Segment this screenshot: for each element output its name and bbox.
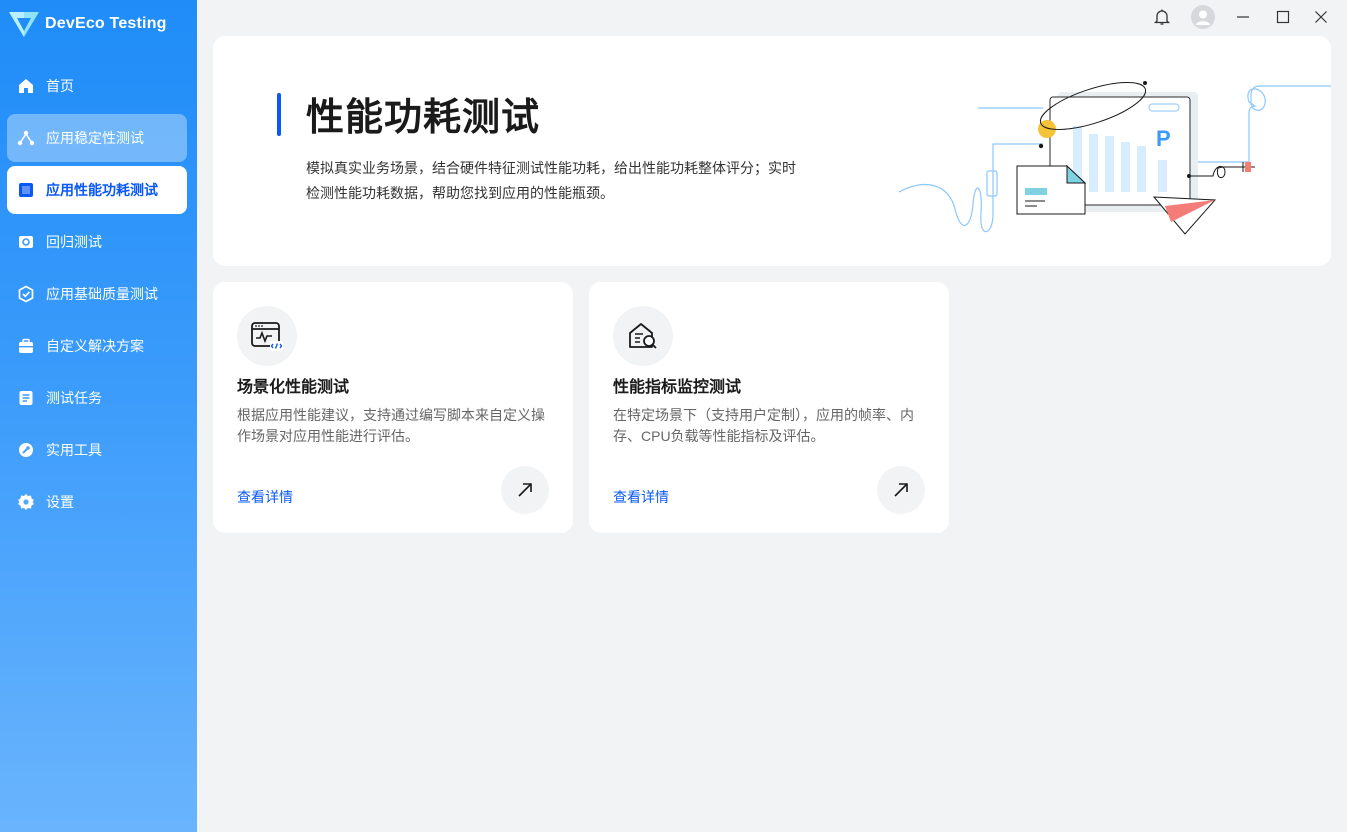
sidebar-item-label: 实用工具: [46, 442, 102, 458]
sidebar-item-utilities[interactable]: 实用工具: [7, 426, 187, 474]
banner-description-line: 模拟真实业务场景，结合硬件特征测试性能功耗，给出性能功耗整体评分；实时: [306, 160, 796, 176]
task-list-icon: [17, 389, 35, 407]
title-accent-bar: [277, 93, 281, 136]
banner-description-line: 检测性能功耗数据，帮助您找到应用的性能瓶颈。: [306, 185, 614, 201]
card-description: 在特定场景下（支持用户定制），应用的帧率、内存、CPU负载等性能指标及评估。: [613, 407, 914, 444]
close-icon[interactable]: [1307, 4, 1335, 30]
user-avatar[interactable]: [1189, 4, 1217, 30]
maximize-icon[interactable]: [1269, 4, 1297, 30]
page-title: 性能功耗测试: [306, 97, 541, 139]
home-icon: [17, 77, 35, 95]
code-window-icon: [237, 306, 297, 366]
sidebar-item-quality-test[interactable]: 应用基础质量测试: [7, 270, 187, 318]
sidebar-item-label: 应用性能功耗测试: [46, 182, 158, 198]
sidebar-item-stability-test[interactable]: 应用稳定性测试: [7, 114, 187, 162]
sidebar-item-regression-test[interactable]: 回归测试: [7, 218, 187, 266]
notification-bell-icon[interactable]: [1148, 4, 1176, 30]
card-scenario-performance-test[interactable]: 场景化性能测试 根据应用性能建议，支持通过编写脚本来自定义操作场景对应用性能进行…: [213, 282, 573, 533]
briefcase-icon: [17, 337, 35, 355]
view-details-link[interactable]: 查看详情: [237, 487, 293, 507]
sidebar-item-performance-test[interactable]: 应用性能功耗测试: [7, 166, 187, 214]
sidebar-item-label: 自定义解决方案: [46, 338, 144, 354]
brand: DevEco Testing: [8, 8, 167, 40]
performance-icon: [17, 181, 35, 199]
gear-icon: [17, 493, 35, 511]
card-title: 场景化性能测试: [237, 379, 350, 396]
card-metrics-monitoring-test[interactable]: 性能指标监控测试 在特定场景下（支持用户定制），应用的帧率、内存、CPU负载等性…: [589, 282, 949, 533]
illustration-letter: P: [1156, 126, 1171, 151]
sidebar-item-test-tasks[interactable]: 测试任务: [7, 374, 187, 422]
stability-icon: [17, 129, 35, 147]
app-name: DevEco Testing: [45, 15, 167, 32]
banner-description: 模拟真实业务场景，结合硬件特征测试性能功耗，给出性能功耗整体评分；实时 检测性能…: [306, 156, 816, 206]
sidebar-item-settings[interactable]: 设置: [7, 478, 187, 526]
sidebar-item-custom-solution[interactable]: 自定义解决方案: [7, 322, 187, 370]
view-details-link[interactable]: 查看详情: [613, 487, 669, 507]
monitor-search-icon: [613, 306, 673, 366]
card-description: 根据应用性能建议，支持通过编写脚本来自定义操作场景对应用性能进行评估。: [237, 407, 545, 444]
sidebar-item-label: 首页: [46, 78, 74, 94]
arrow-up-right-icon[interactable]: [501, 466, 549, 514]
deveco-logo-icon: [9, 12, 39, 37]
quality-check-icon: [17, 285, 35, 303]
sidebar-nav: 首页 应用稳定性测试 应用性能功耗测试 回归测试 应用基础质量测试 自定义解决方…: [7, 62, 187, 530]
arrow-up-right-icon[interactable]: [877, 466, 925, 514]
sidebar-item-label: 设置: [46, 494, 74, 510]
hero-banner: 性能功耗测试 模拟真实业务场景，结合硬件特征测试性能功耗，给出性能功耗整体评分；…: [213, 36, 1331, 266]
sidebar-item-label: 应用基础质量测试: [46, 286, 158, 302]
sidebar-item-label: 测试任务: [46, 390, 102, 406]
card-title: 性能指标监控测试: [613, 379, 742, 396]
sidebar-item-label: 应用稳定性测试: [46, 130, 144, 146]
performance-illustration: P: [898, 81, 1331, 235]
title-bar: [197, 0, 1347, 34]
wrench-icon: [17, 441, 35, 459]
sidebar-item-home[interactable]: 首页: [7, 62, 187, 110]
regression-icon: [17, 233, 35, 251]
sidebar-item-label: 回归测试: [46, 234, 102, 250]
minimize-icon[interactable]: [1229, 4, 1257, 30]
sidebar: DevEco Testing 首页 应用稳定性测试 应用性能功耗测试 回归测试: [0, 0, 197, 832]
